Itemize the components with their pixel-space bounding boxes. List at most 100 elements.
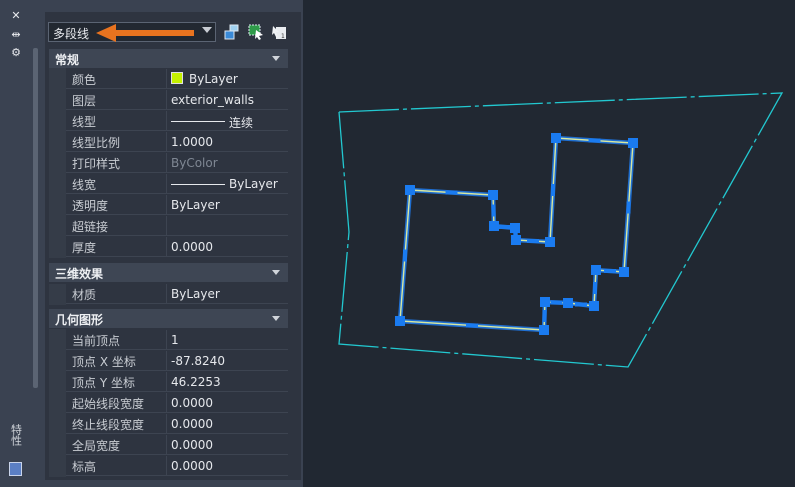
midpoint-grip[interactable] bbox=[575, 302, 587, 307]
category-3d-effects[interactable]: 三维效果 bbox=[49, 263, 288, 282]
vertex-grip[interactable] bbox=[589, 301, 599, 311]
property-value-cell[interactable]: 0.0000 bbox=[166, 456, 289, 475]
property-name: 线型 bbox=[72, 115, 97, 129]
midpoint-grip[interactable] bbox=[588, 138, 601, 143]
property-row[interactable]: 线型比例 1.0000 bbox=[66, 132, 288, 152]
vertex-grip[interactable] bbox=[591, 265, 601, 275]
property-value-cell[interactable]: 1.0000 bbox=[166, 132, 289, 151]
property-value-cell[interactable]: 0.0000 bbox=[166, 393, 289, 412]
property-value: -87.8240 bbox=[171, 354, 225, 368]
vertex-grip[interactable] bbox=[489, 221, 499, 231]
vertex-grip[interactable] bbox=[510, 223, 520, 233]
vertex-grip[interactable] bbox=[540, 297, 550, 307]
property-row[interactable]: 透明度 ByLayer bbox=[66, 195, 288, 215]
vertex-grip[interactable] bbox=[551, 133, 561, 143]
linetype-sample bbox=[171, 184, 225, 185]
pin-icon[interactable]: ⇹ bbox=[8, 28, 24, 42]
property-name: 打印样式 bbox=[72, 157, 121, 171]
property-value-cell[interactable]: 连续 bbox=[166, 111, 289, 130]
property-value-cell[interactable]: 0.0000 bbox=[166, 414, 289, 433]
property-row[interactable]: 终止线段宽度 0.0000 bbox=[66, 414, 288, 434]
property-value-cell[interactable]: ByLayer bbox=[166, 69, 289, 88]
midpoint-grip[interactable] bbox=[550, 300, 563, 305]
property-row[interactable]: 打印样式 ByColor bbox=[66, 153, 288, 173]
property-value-cell[interactable]: 1 bbox=[166, 330, 289, 349]
category-gutter bbox=[49, 329, 66, 477]
property-row[interactable]: 当前顶点 1 bbox=[66, 330, 288, 350]
midpoint-grip[interactable] bbox=[491, 204, 496, 217]
property-value-cell[interactable]: exterior_walls bbox=[166, 90, 289, 109]
property-value-cell[interactable]: 46.2253 bbox=[166, 372, 289, 391]
property-value-cell[interactable]: -87.8240 bbox=[166, 351, 289, 370]
property-value: 0.0000 bbox=[171, 240, 213, 254]
property-row[interactable]: 线型 连续 bbox=[66, 111, 288, 131]
property-value-cell[interactable]: ByLayer bbox=[166, 174, 289, 193]
property-row[interactable]: 线宽 ByLayer bbox=[66, 174, 288, 194]
property-value: ByLayer bbox=[171, 198, 220, 212]
properties-palette-icon[interactable] bbox=[9, 462, 22, 476]
toggle-pickadd-icon[interactable]: 1 bbox=[272, 24, 288, 40]
drawing-canvas[interactable] bbox=[303, 0, 795, 487]
midpoint-grip[interactable] bbox=[626, 201, 631, 214]
vertex-grip[interactable] bbox=[539, 325, 549, 335]
property-name: 顶点 X 坐标 bbox=[72, 355, 136, 369]
property-name: 当前顶点 bbox=[72, 334, 121, 348]
property-row[interactable]: 图层 exterior_walls bbox=[66, 90, 288, 110]
panel-scrollbar[interactable] bbox=[33, 48, 38, 388]
vertex-grip[interactable] bbox=[619, 267, 629, 277]
midpoint-grip[interactable] bbox=[498, 225, 511, 229]
property-value-cell[interactable] bbox=[166, 216, 289, 235]
property-value-cell[interactable]: ByLayer bbox=[166, 284, 289, 303]
property-row[interactable]: 材质 ByLayer bbox=[66, 284, 288, 304]
vertex-grip[interactable] bbox=[405, 185, 415, 195]
palette-vertical-title: 特性 bbox=[8, 424, 24, 449]
midpoint-grip[interactable] bbox=[604, 269, 616, 273]
property-row[interactable]: 顶点 X 坐标 -87.8240 bbox=[66, 351, 288, 371]
property-name: 标高 bbox=[72, 460, 97, 474]
vertex-grip[interactable] bbox=[563, 298, 573, 308]
property-value: 0.0000 bbox=[171, 459, 213, 473]
midpoint-grip[interactable] bbox=[466, 323, 478, 328]
property-row[interactable]: 起始线段宽度 0.0000 bbox=[66, 393, 288, 413]
property-name: 图层 bbox=[72, 94, 97, 108]
midpoint-grip[interactable] bbox=[527, 239, 539, 243]
quick-select-icon[interactable] bbox=[224, 24, 240, 40]
midpoint-grip[interactable] bbox=[445, 190, 458, 195]
property-value: 1.0000 bbox=[171, 135, 213, 149]
property-value-cell[interactable]: 0.0000 bbox=[166, 237, 289, 256]
property-row[interactable]: 全局宽度 0.0000 bbox=[66, 435, 288, 455]
select-objects-icon[interactable] bbox=[248, 24, 264, 40]
property-value-cell[interactable]: ByColor bbox=[166, 153, 289, 172]
property-value: 0.0000 bbox=[171, 417, 213, 431]
settings-icon[interactable]: ⚙ bbox=[8, 46, 24, 60]
vertex-grip[interactable] bbox=[395, 316, 405, 326]
property-row[interactable]: 厚度 0.0000 bbox=[66, 237, 288, 257]
property-row[interactable]: 超链接 bbox=[66, 216, 288, 236]
property-name: 线型比例 bbox=[72, 136, 121, 150]
property-row[interactable]: 顶点 Y 坐标 46.2253 bbox=[66, 372, 288, 392]
collapse-icon[interactable] bbox=[272, 270, 280, 275]
category-geometry[interactable]: 几何图形 bbox=[49, 309, 288, 328]
property-row[interactable]: 标高 0.0000 bbox=[66, 456, 288, 476]
property-name: 起始线段宽度 bbox=[72, 397, 145, 411]
category-general[interactable]: 常规 bbox=[49, 49, 288, 68]
collapse-icon[interactable] bbox=[272, 56, 280, 61]
midpoint-grip[interactable] bbox=[403, 249, 407, 262]
property-value-cell[interactable]: 0.0000 bbox=[166, 435, 289, 454]
vertex-grip[interactable] bbox=[488, 190, 498, 200]
property-row[interactable]: 颜色 ByLayer bbox=[66, 69, 288, 89]
collapse-icon[interactable] bbox=[272, 316, 280, 321]
property-value: 0.0000 bbox=[171, 438, 213, 452]
vertex-grip[interactable] bbox=[545, 237, 555, 247]
midpoint-grip[interactable] bbox=[593, 282, 597, 294]
property-value-cell[interactable]: ByLayer bbox=[166, 195, 289, 214]
category-label: 三维效果 bbox=[55, 267, 104, 281]
property-name: 线宽 bbox=[72, 178, 97, 192]
property-value: 46.2253 bbox=[171, 375, 221, 389]
chevron-down-icon bbox=[202, 27, 212, 33]
midpoint-grip[interactable] bbox=[542, 310, 547, 322]
vertex-grip[interactable] bbox=[628, 138, 638, 148]
close-icon[interactable]: ✕ bbox=[8, 9, 24, 23]
midpoint-grip[interactable] bbox=[551, 184, 555, 196]
vertex-grip[interactable] bbox=[511, 235, 521, 245]
